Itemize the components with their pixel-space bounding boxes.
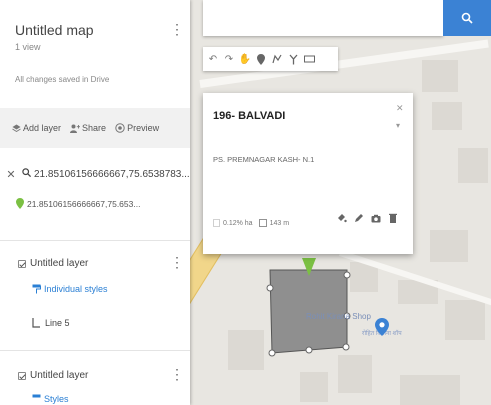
building: [445, 300, 485, 340]
share-label: Share: [82, 123, 107, 133]
search-icon: [22, 168, 34, 180]
search-result-item[interactable]: 21.85106156666667,75.653...: [16, 198, 140, 209]
preview-icon: [115, 123, 125, 133]
building: [400, 375, 460, 405]
share-button[interactable]: Share: [70, 123, 106, 133]
draw-line-icon[interactable]: [269, 49, 285, 69]
expand-icon[interactable]: ▾: [396, 121, 400, 130]
vertex-handle[interactable]: [343, 271, 351, 279]
perimeter-icon: [258, 219, 267, 227]
add-layer-button[interactable]: Add layer: [12, 123, 61, 133]
search-input[interactable]: [203, 0, 443, 36]
preview-button[interactable]: Preview: [115, 123, 159, 133]
building: [300, 372, 328, 402]
shop-label: Rohit Kirana Shop: [306, 312, 371, 321]
feature-description[interactable]: PS. PREMNAGAR KASH- N.1: [213, 155, 314, 164]
map-options-icon[interactable]: ⋮: [170, 21, 184, 37]
paint-roller-icon: [32, 394, 41, 398]
feature-measurements: 0.12% ha 143 m: [213, 219, 289, 227]
layer-options-icon[interactable]: ⋮: [170, 366, 184, 382]
preview-label: Preview: [127, 123, 160, 133]
layer-feature-item[interactable]: Line 5: [32, 318, 70, 328]
shop-pin-icon[interactable]: [375, 318, 389, 336]
building: [432, 102, 462, 130]
add-layer-icon: [12, 124, 21, 132]
layer-header[interactable]: Untitled layer: [18, 258, 88, 269]
line-icon: [32, 318, 40, 328]
layer-name[interactable]: Untitled layer: [30, 258, 88, 269]
drawn-polygon[interactable]: [262, 250, 357, 360]
layer-visibility-checkbox[interactable]: [18, 371, 26, 380]
layer-options-icon[interactable]: ⋮: [170, 254, 184, 270]
layer-visibility-checkbox[interactable]: [18, 259, 26, 268]
layer-header[interactable]: Untitled layer: [18, 370, 88, 381]
area-value: 0.12% ha: [223, 219, 253, 227]
vertex-handle[interactable]: [342, 343, 350, 351]
map-toolbar: ↶ ↷ ✋: [203, 47, 338, 71]
layer-name[interactable]: Untitled layer: [30, 370, 88, 381]
measure-icon[interactable]: [301, 49, 317, 69]
add-marker-icon[interactable]: [253, 49, 269, 69]
building: [228, 330, 264, 370]
green-marker-icon: [16, 198, 24, 209]
search-icon: [461, 12, 473, 24]
vertex-handle[interactable]: [266, 284, 274, 292]
layer-styles-link[interactable]: Individual styles: [32, 284, 108, 294]
building: [338, 355, 372, 393]
perimeter-value: 143 m: [269, 219, 290, 227]
search-result-row: ✕ 21.85106156666667,75.6538783...: [0, 160, 190, 188]
layer-styles-label: Styles: [44, 394, 69, 404]
search-query-text[interactable]: 21.85106156666667,75.6538783...: [34, 169, 190, 180]
divider: [0, 350, 190, 351]
search-button[interactable]: [443, 0, 491, 36]
area-icon: [213, 219, 220, 227]
feature-title[interactable]: 196- BALVADI: [213, 110, 285, 122]
close-icon[interactable]: ✕: [396, 103, 404, 114]
layer-styles-label: Individual styles: [44, 284, 108, 294]
feature-info-card: 196- BALVADI ✕ ▾ PS. PREMNAGAR KASH- N.1…: [203, 93, 413, 254]
building: [458, 148, 488, 183]
redo-icon[interactable]: ↷: [221, 49, 237, 69]
clear-search-icon[interactable]: ✕: [0, 168, 22, 181]
vertex-handle[interactable]: [305, 346, 313, 354]
building: [430, 230, 468, 262]
map-actions-bar: Add layer Share Preview: [0, 108, 190, 148]
style-paint-icon[interactable]: [337, 211, 347, 225]
edit-pencil-icon[interactable]: [354, 211, 364, 225]
building: [422, 60, 458, 92]
vertex-handle[interactable]: [268, 349, 276, 357]
add-layer-label: Add layer: [23, 123, 62, 133]
map-title[interactable]: Untitled map: [15, 22, 94, 38]
feature-label: Line 5: [45, 318, 70, 328]
search-result-label: 21.85106156666667,75.653...: [27, 198, 141, 209]
divider: [0, 240, 190, 241]
layer-styles-link[interactable]: Styles: [32, 394, 69, 404]
paint-roller-icon: [32, 284, 41, 294]
share-icon: [70, 124, 81, 133]
hand-icon[interactable]: ✋: [237, 49, 253, 69]
delete-trash-icon[interactable]: [388, 211, 398, 225]
sidebar-panel: Untitled map 1 view ⋮ All changes saved …: [0, 0, 190, 405]
save-status: All changes saved in Drive: [15, 75, 110, 84]
undo-icon[interactable]: ↶: [205, 49, 221, 69]
camera-icon[interactable]: [371, 211, 381, 225]
view-count: 1 view: [15, 42, 41, 52]
directions-icon[interactable]: [285, 49, 301, 69]
